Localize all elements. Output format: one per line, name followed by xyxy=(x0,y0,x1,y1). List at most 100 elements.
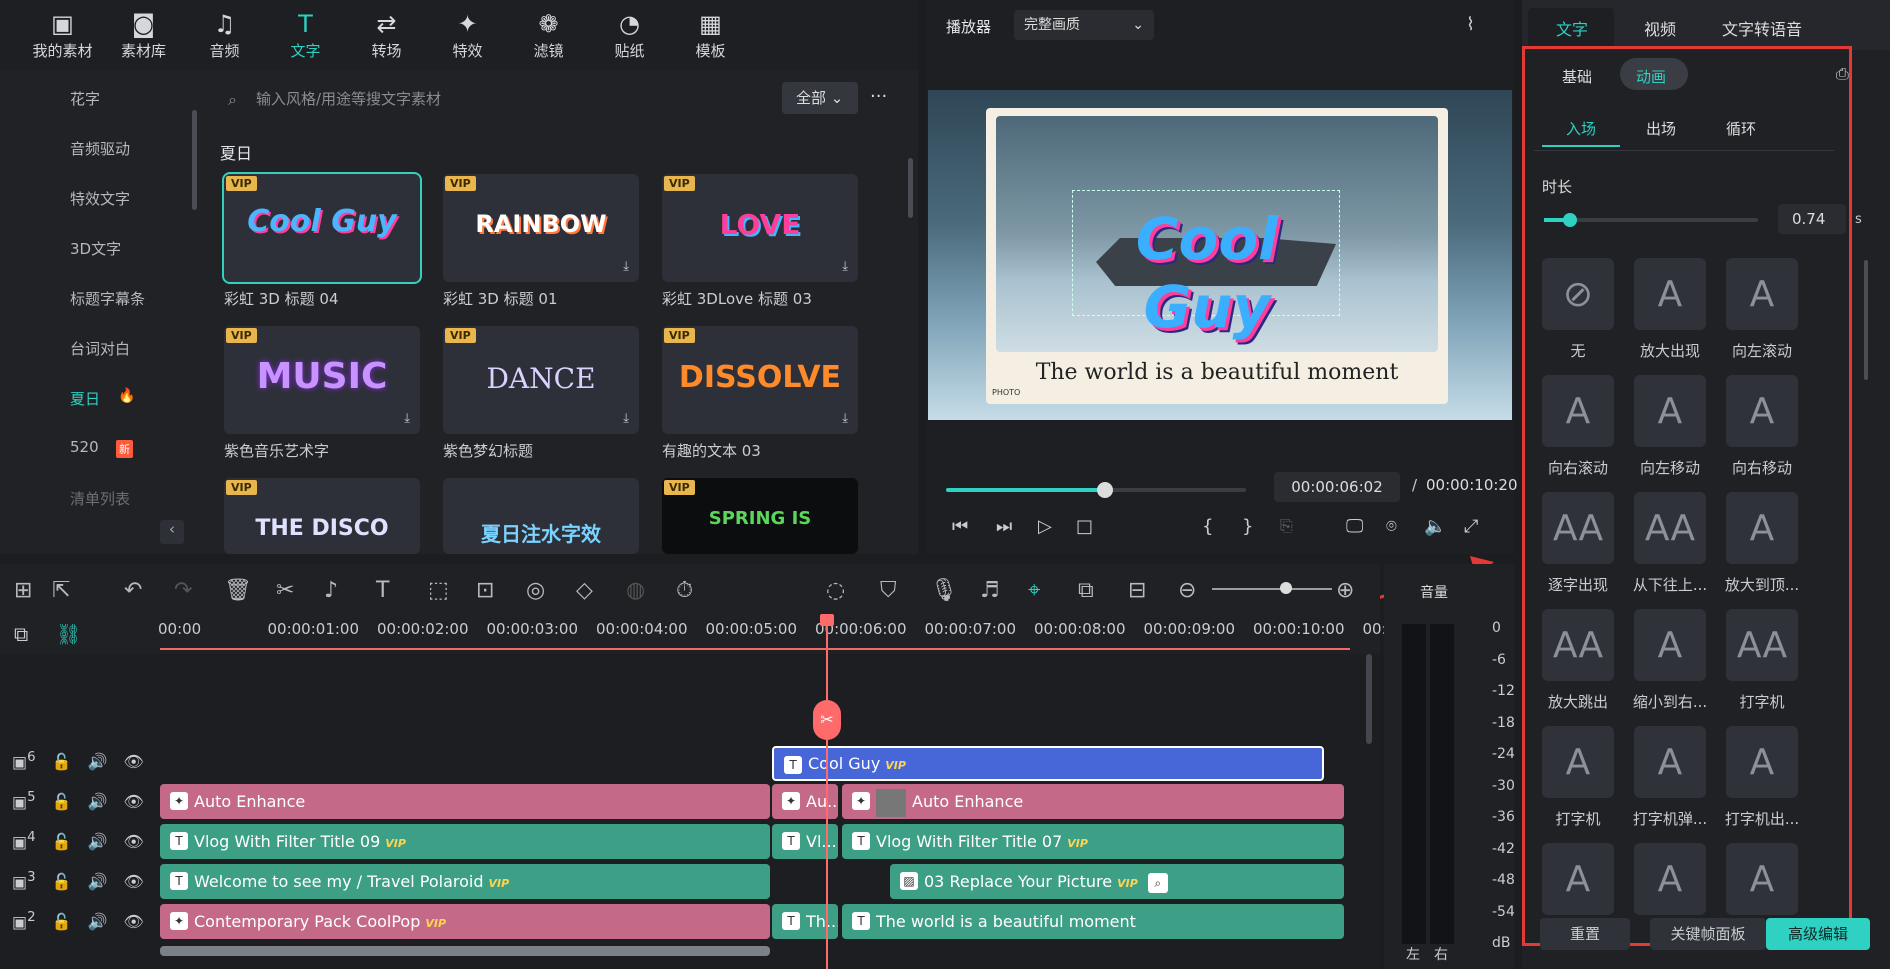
eye-icon[interactable]: 👁 xyxy=(123,792,143,811)
mute-icon[interactable]: 🔊 xyxy=(88,832,108,851)
timeline-clip[interactable]: ✦ Au... xyxy=(772,784,838,819)
eye-icon[interactable]: 👁 xyxy=(123,752,143,771)
snap-icon[interactable]: ⌖ xyxy=(1028,578,1040,603)
layout-icon[interactable]: ⊞ xyxy=(14,578,32,603)
timeline-clip[interactable]: ▨ 03 Replace Your Picture VIP ⌕ xyxy=(890,864,1344,899)
ruler-tick-label: 00:00:04:00 xyxy=(596,620,688,638)
mute-icon[interactable]: 🔊 xyxy=(88,912,108,931)
ruler-tick-label: 00:00:09:00 xyxy=(1143,620,1236,638)
zoom-handle[interactable] xyxy=(1280,582,1292,594)
title-clip-icon: T xyxy=(852,912,870,930)
video-track-icon: ▣5 xyxy=(12,790,36,812)
replace-icon[interactable]: ⌕ xyxy=(1147,872,1168,893)
track-header: ▣3 🔓 🔊 👁 xyxy=(0,862,160,900)
timeline-clip[interactable]: T Welcome to see my / Travel Polaroid VIP xyxy=(160,864,770,899)
timeline-clip[interactable]: T Th... xyxy=(772,904,838,939)
time-ruler[interactable]: 00:00 00:00:01:00 00:00:02:00 00:00:03:00 00… xyxy=(158,614,1420,654)
delete-icon[interactable]: 🗑 xyxy=(224,578,252,603)
lock-icon[interactable]: 🔓 xyxy=(52,832,72,851)
ruler-tick-label: 00:00:10:00 xyxy=(1253,620,1345,638)
vip-tag: VIP xyxy=(385,837,406,850)
timeline-clip[interactable]: T Cool Guy VIP xyxy=(772,746,1324,781)
timeline-clip[interactable]: ✦ Auto Enhance xyxy=(842,784,1344,819)
ruler-tick-label: 00:00:05:00 xyxy=(705,620,798,638)
mute-icon[interactable]: 🔊 xyxy=(88,872,108,891)
clip-thumbnail xyxy=(876,788,906,817)
lock-icon[interactable]: 🔓 xyxy=(52,872,72,891)
music-add-icon[interactable]: ♬ xyxy=(980,578,1000,603)
clip-label: 03 Replace Your Picture xyxy=(924,872,1113,891)
vip-tag: VIP xyxy=(1117,877,1138,890)
vip-tag: VIP xyxy=(885,759,906,772)
mic-icon[interactable]: 🎙 xyxy=(930,578,958,603)
mute-icon[interactable]: 🔊 xyxy=(88,752,108,771)
lock-icon[interactable]: 🔓 xyxy=(52,792,72,811)
lock-icon[interactable]: 🔓 xyxy=(52,752,72,771)
vertical-scrollbar[interactable] xyxy=(1366,654,1372,744)
meter-bar-right xyxy=(1430,624,1454,944)
speech-icon[interactable]: ◎ xyxy=(526,578,545,603)
color-icon[interactable]: ◍ xyxy=(626,578,645,603)
vip-tag: VIP xyxy=(488,877,510,890)
timeline-clip[interactable]: ✦ Contemporary Pack CoolPop VIP xyxy=(160,904,770,939)
clip-label: Contemporary Pack CoolPop xyxy=(194,912,421,931)
db-tick-label: -36 xyxy=(1492,809,1515,825)
effect-clip-icon: ✦ xyxy=(170,912,188,930)
playhead-line[interactable] xyxy=(826,616,828,969)
playhead-handle[interactable] xyxy=(820,614,834,626)
timeline-clip[interactable]: T Vlog With Filter Title 07 VIP xyxy=(842,824,1344,859)
eye-icon[interactable]: 👁 xyxy=(123,872,143,891)
timeline-clip[interactable]: ✦ Auto Enhance xyxy=(160,784,770,819)
split-scissors-icon[interactable]: ✂ xyxy=(813,700,841,740)
effect-clip-icon: ✦ xyxy=(782,792,800,810)
zoom-in-icon[interactable]: ⊕ xyxy=(1336,578,1354,603)
subtitle-icon[interactable]: ⊡ xyxy=(476,578,494,603)
audio-meter: 音量 0 -6 -12 -18 -24 -30 -36 -42 -48 -54 dB 左 右 xyxy=(1384,564,1515,969)
zoom-out-icon[interactable]: ⊖ xyxy=(1178,578,1196,603)
track-header: ▣2 🔓 🔊 👁 xyxy=(0,902,160,940)
vip-tag: VIP xyxy=(1067,837,1088,850)
video-track-icon: ▣2 xyxy=(12,910,36,932)
video-track-icon: ▣3 xyxy=(12,870,36,892)
db-tick-label: -24 xyxy=(1492,746,1515,762)
zoom-slider[interactable] xyxy=(1212,588,1332,590)
video-track-icon: ▣6 xyxy=(12,750,36,772)
clip-label: Vl... xyxy=(806,832,837,851)
db-tick-label: -42 xyxy=(1492,840,1515,857)
db-tick-label: -30 xyxy=(1492,777,1515,794)
undo-icon[interactable]: ↶ xyxy=(124,578,142,603)
timer-icon[interactable]: ⏱ xyxy=(676,578,693,603)
ruler-tick-label: 00:00:07:00 xyxy=(924,620,1017,638)
ruler-line xyxy=(160,648,1350,650)
clip-label: Cool Guy xyxy=(808,754,881,773)
timeline-clip[interactable]: T The world is a beautiful moment xyxy=(842,904,1344,939)
vip-tag: VIP xyxy=(425,917,447,930)
meter-label: 音量 xyxy=(1420,585,1448,601)
audio-icon[interactable]: ♪ xyxy=(324,578,338,603)
select-icon[interactable]: ⇱ xyxy=(52,578,70,603)
fit-icon[interactable]: ⊟ xyxy=(1128,578,1146,603)
ruler-tick-label: 00:00:01:00 xyxy=(267,620,360,638)
redo-icon[interactable]: ↷ xyxy=(174,578,192,603)
crop-icon[interactable]: ⬚ xyxy=(428,578,449,603)
horizontal-scrollbar[interactable] xyxy=(160,946,770,956)
eye-icon[interactable]: 👁 xyxy=(123,832,143,851)
timeline-clip[interactable]: T Vl... xyxy=(772,824,838,859)
text-tool-icon[interactable]: T xyxy=(376,578,389,603)
timeline-toolbar: ⊞ ⇱ ↶ ↷ 🗑 ✂ ♪ T ⬚ ⊡ ◎ ◇ ◍ ⏱ ◌ ⛉ 🎙 ♬ ⌖ ⧉ … xyxy=(0,564,1380,614)
link-icon[interactable]: ⛓ xyxy=(56,622,81,646)
render-icon[interactable]: ◌ xyxy=(826,578,845,603)
mute-icon[interactable]: 🔊 xyxy=(88,792,108,811)
db-tick-label: -18 xyxy=(1492,714,1515,731)
marker-icon[interactable]: ⛉ xyxy=(880,578,897,603)
clip-label: Vlog With Filter Title 07 xyxy=(876,832,1063,851)
title-clip-icon: T xyxy=(784,756,802,774)
pip-icon[interactable]: ⧉ xyxy=(1078,578,1094,603)
tag-icon[interactable]: ◇ xyxy=(576,578,593,603)
add-track-icon[interactable]: ⧉ xyxy=(14,622,28,646)
cut-icon[interactable]: ✂ xyxy=(276,578,294,603)
eye-icon[interactable]: 👁 xyxy=(123,912,143,931)
lock-icon[interactable]: 🔓 xyxy=(52,912,72,931)
db-tick-label: 0 xyxy=(1492,620,1501,636)
timeline-clip[interactable]: T Vlog With Filter Title 09 VIP xyxy=(160,824,770,859)
